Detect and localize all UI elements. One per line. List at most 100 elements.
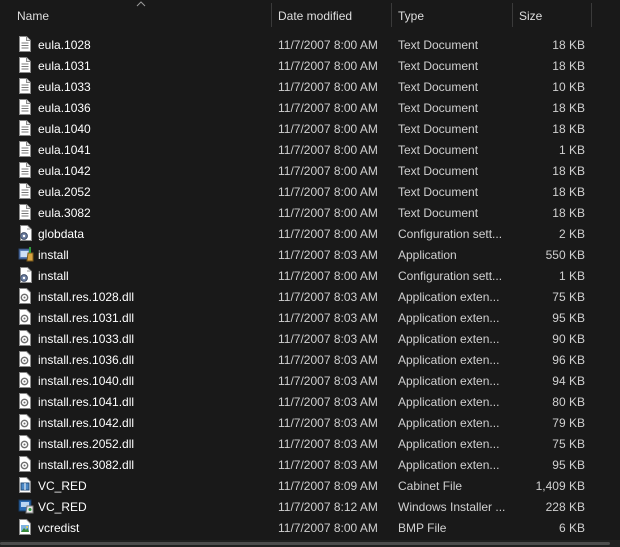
file-name[interactable]: eula.1041 [38,139,268,160]
text-document-icon [18,118,34,139]
file-name[interactable]: install.res.1028.dll [38,286,268,307]
file-size: 18 KB [552,185,585,199]
file-size: 18 KB [552,38,585,52]
file-row[interactable]: eula.2052 11/7/2007 8:00 AM Text Document 1… [0,181,620,202]
file-type: Cabinet File [398,479,463,493]
file-date-modified: 11/7/2007 8:03 AM [278,290,378,304]
file-row[interactable]: VC_RED 11/7/2007 8:09 AM Cabinet File 1,409… [0,475,620,496]
file-date-modified: 11/7/2007 8:09 AM [278,479,378,493]
file-type: Text Document [398,164,479,178]
file-name[interactable]: install [38,244,268,265]
file-type: Text Document [398,101,479,115]
text-document-icon [18,34,34,55]
file-date-modified: 11/7/2007 8:03 AM [278,332,378,346]
file-name[interactable]: install.res.1042.dll [38,412,268,433]
file-row[interactable]: eula.1040 11/7/2007 8:00 AM Text Document 1… [0,118,620,139]
column-header-name[interactable]: Name [11,0,271,30]
file-name[interactable]: install.res.1031.dll [38,307,268,328]
file-row[interactable]: eula.1031 11/7/2007 8:00 AM Text Document 1… [0,55,620,76]
file-row[interactable]: eula.1033 11/7/2007 8:00 AM Text Document 1… [0,76,620,97]
file-name[interactable]: install.res.3082.dll [38,454,268,475]
file-name[interactable]: install [38,265,268,286]
file-size: 18 KB [552,59,585,73]
file-name[interactable]: eula.1042 [38,160,268,181]
text-document-icon [18,139,34,160]
config-file-icon [18,265,34,286]
file-name[interactable]: install.res.1040.dll [38,370,268,391]
file-row[interactable]: eula.3082 11/7/2007 8:00 AM Text Document 1… [0,202,620,223]
file-name[interactable]: install.res.1033.dll [38,328,268,349]
config-file-icon [18,223,34,244]
file-row[interactable]: install.res.1041.dll 11/7/2007 8:03 AM App… [0,391,620,412]
column-header-date-modified[interactable]: Date modified [272,0,391,30]
bmp-image-icon [18,517,34,538]
column-header-type[interactable]: Type [392,0,512,30]
file-name[interactable]: install.res.1036.dll [38,349,268,370]
file-row[interactable]: install.res.3082.dll 11/7/2007 8:03 AM App… [0,454,620,475]
file-row[interactable]: install.res.1042.dll 11/7/2007 8:03 AM App… [0,412,620,433]
column-header-size[interactable]: Size [513,0,591,30]
file-type: Text Document [398,80,479,94]
file-row[interactable]: eula.1042 11/7/2007 8:00 AM Text Document 1… [0,160,620,181]
file-size: 80 KB [552,395,585,409]
file-date-modified: 11/7/2007 8:03 AM [278,437,378,451]
file-size: 94 KB [552,374,585,388]
file-type: Application exten... [398,311,500,325]
file-date-modified: 11/7/2007 8:00 AM [278,521,378,535]
file-row[interactable]: VC_RED 11/7/2007 8:12 AM Windows Installer… [0,496,620,517]
file-date-modified: 11/7/2007 8:00 AM [278,101,378,115]
file-row[interactable]: eula.1036 11/7/2007 8:00 AM Text Document 1… [0,97,620,118]
column-divider[interactable] [591,3,592,27]
file-name[interactable]: eula.1028 [38,34,268,55]
file-size: 18 KB [552,206,585,220]
file-row[interactable]: install 11/7/2007 8:00 AM Configuration se… [0,265,620,286]
file-explorer-list: Name Date modified Type Size eula.1028 11… [0,0,620,547]
file-date-modified: 11/7/2007 8:00 AM [278,269,378,283]
file-date-modified: 11/7/2007 8:03 AM [278,353,378,367]
file-row[interactable]: eula.1041 11/7/2007 8:00 AM Text Document 1… [0,139,620,160]
file-date-modified: 11/7/2007 8:03 AM [278,458,378,472]
file-row[interactable]: install.res.2052.dll 11/7/2007 8:03 AM App… [0,433,620,454]
file-name[interactable]: eula.1031 [38,55,268,76]
cabinet-file-icon [18,475,34,496]
file-name[interactable]: globdata [38,223,268,244]
file-row[interactable]: eula.1028 11/7/2007 8:00 AM Text Document 1… [0,34,620,55]
dll-file-icon [18,328,34,349]
file-size: 96 KB [552,353,585,367]
file-date-modified: 11/7/2007 8:03 AM [278,248,378,262]
file-name[interactable]: VC_RED [38,475,268,496]
file-name[interactable]: vcredist [38,517,268,538]
file-row[interactable]: install.res.1031.dll 11/7/2007 8:03 AM App… [0,307,620,328]
file-row[interactable]: install.res.1028.dll 11/7/2007 8:03 AM App… [0,286,620,307]
file-name[interactable]: eula.1040 [38,118,268,139]
file-date-modified: 11/7/2007 8:03 AM [278,416,378,430]
file-size: 79 KB [552,416,585,430]
file-name[interactable]: install.res.2052.dll [38,433,268,454]
file-name[interactable]: eula.1036 [38,97,268,118]
file-row[interactable]: install.res.1040.dll 11/7/2007 8:03 AM App… [0,370,620,391]
file-type: Configuration sett... [398,269,503,283]
file-date-modified: 11/7/2007 8:00 AM [278,164,378,178]
file-name[interactable]: VC_RED [38,496,268,517]
file-name[interactable]: install.res.1041.dll [38,391,268,412]
file-name[interactable]: eula.3082 [38,202,268,223]
file-type: Text Document [398,59,479,73]
file-row[interactable]: install 11/7/2007 8:03 AM Application 550 K… [0,244,620,265]
file-date-modified: 11/7/2007 8:00 AM [278,80,378,94]
file-type: Application exten... [398,458,500,472]
file-row[interactable]: install.res.1033.dll 11/7/2007 8:03 AM App… [0,328,620,349]
file-row[interactable]: install.res.1036.dll 11/7/2007 8:03 AM App… [0,349,620,370]
file-row[interactable]: globdata 11/7/2007 8:00 AM Configuration s… [0,223,620,244]
file-date-modified: 11/7/2007 8:12 AM [278,500,378,514]
file-size: 18 KB [552,122,585,136]
scrollbar-thumb[interactable] [0,542,610,545]
file-date-modified: 11/7/2007 8:03 AM [278,395,378,409]
file-type: Application exten... [398,416,500,430]
file-size: 228 KB [545,500,585,514]
file-name[interactable]: eula.1033 [38,76,268,97]
horizontal-scrollbar[interactable] [0,540,620,547]
msi-installer-icon [18,496,34,517]
file-type: Windows Installer ... [398,500,506,514]
file-name[interactable]: eula.2052 [38,181,268,202]
file-row[interactable]: vcredist 11/7/2007 8:00 AM BMP File 6 KB [0,517,620,538]
